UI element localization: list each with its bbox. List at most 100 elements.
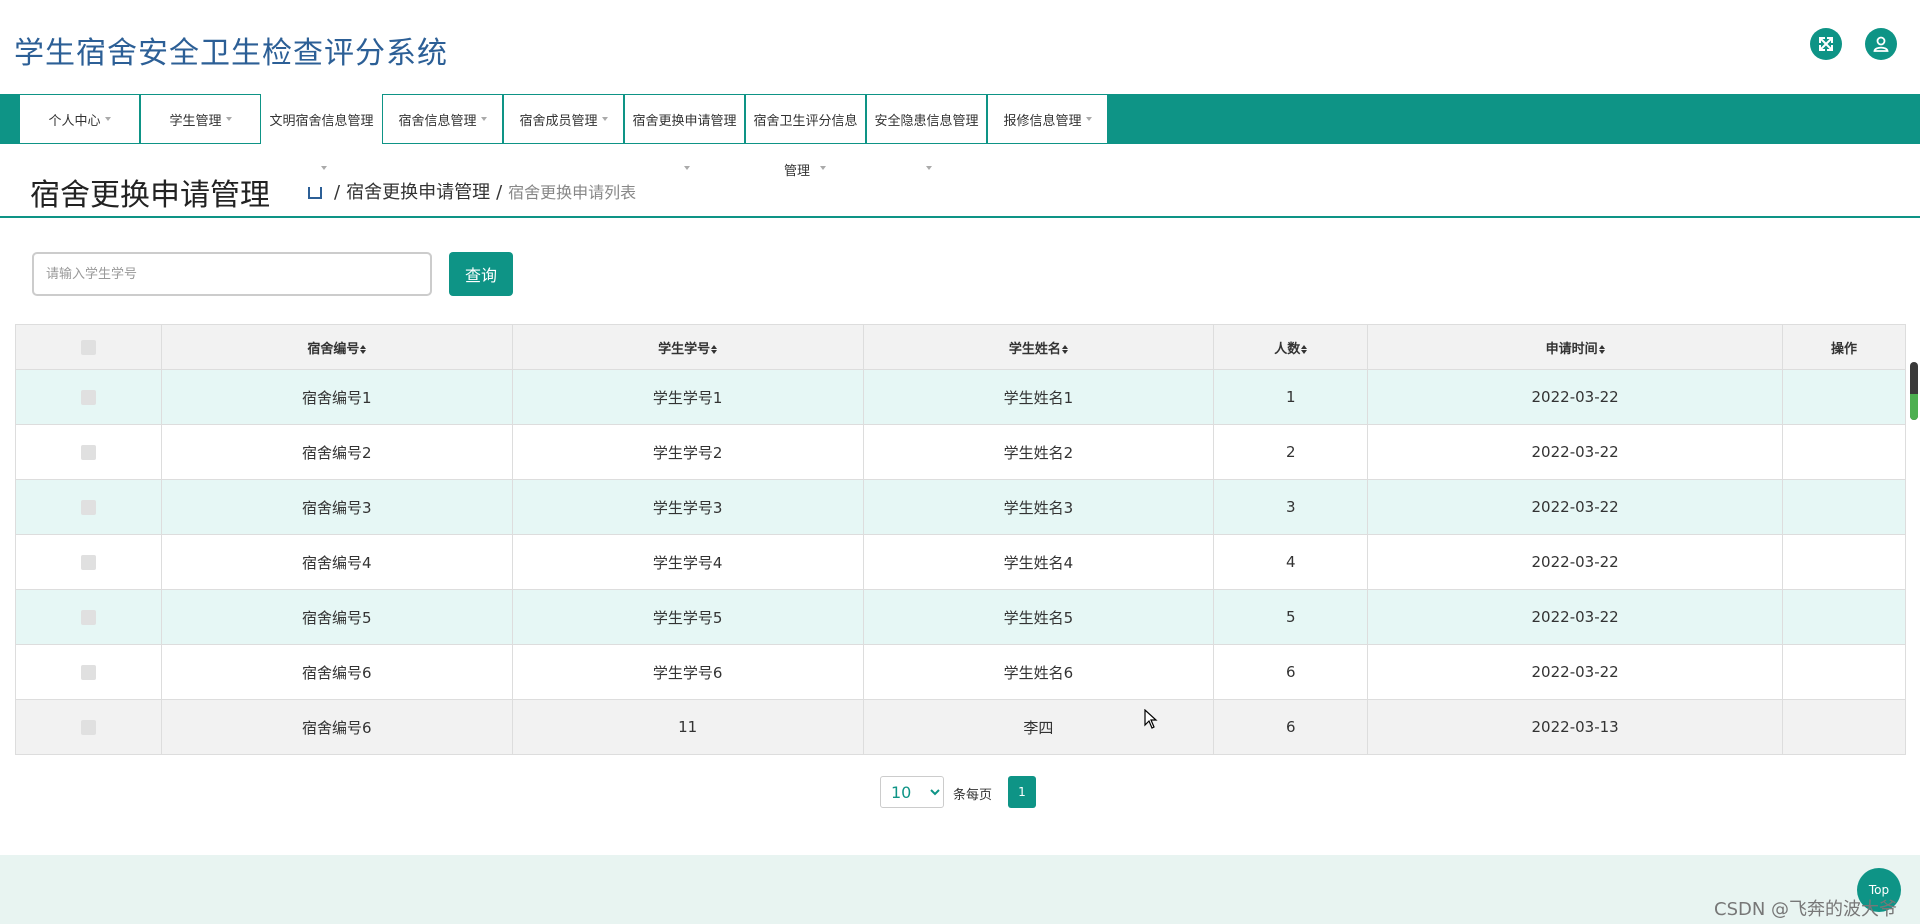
table-row[interactable]: 宿舍编号4 学生学号4 学生姓名4 4 2022-03-22 <box>15 534 1906 590</box>
column-header-dorm-no[interactable]: 宿舍编号 <box>160 324 513 370</box>
cell-student-name: 学生姓名2 <box>862 424 1215 480</box>
row-checkbox[interactable] <box>80 665 96 680</box>
nav-item-safety-hazard[interactable]: 安全隐患信息管理 <box>866 94 987 144</box>
per-page-label: 条每页 <box>953 788 993 803</box>
table-row[interactable]: 宿舍编号6 11 李四 6 2022-03-13 <box>15 699 1906 755</box>
column-header-student-id[interactable]: 学生学号 <box>511 324 864 370</box>
nav-item-label: 安全隐患信息管理 <box>874 113 979 129</box>
nav-item-repair[interactable]: 报修信息管理 <box>987 94 1108 144</box>
cell-count: 4 <box>1213 534 1369 590</box>
nav-item-label: 报修信息管理 <box>1003 113 1082 129</box>
nav-item-hygiene-score[interactable]: 宿舍卫生评分信息 <box>745 94 866 144</box>
search-button[interactable]: 查询 <box>449 252 513 296</box>
cell-count: 1 <box>1213 369 1369 425</box>
sort-icon <box>1061 344 1068 354</box>
sort-icon <box>1301 344 1308 354</box>
row-select-cell <box>15 589 162 645</box>
row-checkbox[interactable] <box>80 390 96 405</box>
cell-student-name: 学生姓名4 <box>862 534 1215 590</box>
table-row[interactable]: 宿舍编号2 学生学号2 学生姓名2 2 2022-03-22 <box>15 424 1906 480</box>
row-checkbox[interactable] <box>80 500 96 515</box>
cell-student-name: 学生姓名5 <box>862 589 1215 645</box>
chevron-down-icon <box>601 117 608 121</box>
table-row[interactable]: 宿舍编号1 学生学号1 学生姓名1 1 2022-03-22 <box>15 369 1906 425</box>
cell-student-id: 学生学号6 <box>511 644 864 700</box>
chevron-down-icon <box>225 117 232 121</box>
breadcrumb-separator: / <box>334 182 341 203</box>
row-select-cell <box>15 534 162 590</box>
cell-actions <box>1782 479 1906 535</box>
nav-item-dorm-info[interactable]: 宿舍信息管理 <box>382 94 503 144</box>
select-all-cell <box>15 324 162 370</box>
row-select-cell <box>15 479 162 535</box>
cell-student-id: 学生学号1 <box>511 369 864 425</box>
row-checkbox[interactable] <box>80 610 96 625</box>
cell-student-id: 学生学号4 <box>511 534 864 590</box>
table-row[interactable]: 宿舍编号6 学生学号6 学生姓名6 6 2022-03-22 <box>15 644 1906 700</box>
cell-count: 6 <box>1213 699 1369 755</box>
nav-item-personal-center[interactable]: 个人中心 <box>19 94 140 144</box>
cell-dorm-no: 宿舍编号5 <box>160 589 513 645</box>
nav-item-wrapped-text: 管理 <box>784 164 811 179</box>
cell-student-id: 学生学号3 <box>511 479 864 535</box>
footer <box>0 855 1920 924</box>
header: 学生宿舍安全卫生检查评分系统 <box>0 0 1920 94</box>
search-input[interactable] <box>32 252 432 296</box>
cell-student-id: 学生学号2 <box>511 424 864 480</box>
column-header-apply-time[interactable]: 申请时间 <box>1367 324 1783 370</box>
home-icon[interactable] <box>308 187 322 199</box>
table-row[interactable]: 宿舍编号3 学生学号3 学生姓名3 3 2022-03-22 <box>15 479 1906 535</box>
cell-actions <box>1782 534 1906 590</box>
user-icon <box>1873 36 1889 52</box>
mouse-cursor-icon <box>1144 709 1158 729</box>
select-all-checkbox[interactable] <box>80 339 96 355</box>
app-title: 学生宿舍安全卫生检查评分系统 <box>14 36 448 71</box>
row-select-cell <box>15 424 162 480</box>
fullscreen-icon <box>1819 37 1833 51</box>
column-header-count[interactable]: 人数 <box>1213 324 1369 370</box>
scrollbar[interactable] <box>1910 362 1918 420</box>
cell-dorm-no: 宿舍编号2 <box>160 424 513 480</box>
page-button-current[interactable]: 1 <box>1008 776 1036 808</box>
cell-apply-time: 2022-03-22 <box>1367 479 1783 535</box>
column-header-actions: 操作 <box>1782 324 1906 370</box>
table-row[interactable]: 宿舍编号5 学生学号5 学生姓名5 5 2022-03-22 <box>15 589 1906 645</box>
nav-item-civilized-dorm[interactable]: 文明宿舍信息管理 <box>261 94 382 144</box>
breadcrumb-separator: / <box>496 182 503 203</box>
nav-item-label: 个人中心 <box>48 113 101 129</box>
sort-icon <box>711 344 718 354</box>
nav-item-dorm-change[interactable]: 宿舍更换申请管理 <box>624 94 745 144</box>
page-size-select[interactable]: 10 <box>880 776 944 808</box>
chevron-down-icon <box>1085 117 1092 121</box>
cell-dorm-no: 宿舍编号6 <box>160 699 513 755</box>
nav-item-dorm-members[interactable]: 宿舍成员管理 <box>503 94 624 144</box>
row-checkbox[interactable] <box>80 555 96 570</box>
nav-item-student-management[interactable]: 学生管理 <box>140 94 261 144</box>
cell-dorm-no: 宿舍编号6 <box>160 644 513 700</box>
cell-dorm-no: 宿舍编号1 <box>160 369 513 425</box>
row-select-cell <box>15 369 162 425</box>
cell-dorm-no: 宿舍编号4 <box>160 534 513 590</box>
user-button[interactable] <box>1865 28 1897 60</box>
cell-actions <box>1782 644 1906 700</box>
nav-item-label: 宿舍更换申请管理 <box>632 113 737 129</box>
cell-apply-time: 2022-03-22 <box>1367 369 1783 425</box>
cell-student-id: 11 <box>511 699 864 755</box>
fullscreen-button[interactable] <box>1810 28 1842 60</box>
nav-item-label: 宿舍信息管理 <box>398 113 477 129</box>
cell-student-name: 学生姓名1 <box>862 369 1215 425</box>
row-checkbox[interactable] <box>80 720 96 735</box>
row-select-cell <box>15 699 162 755</box>
cell-count: 3 <box>1213 479 1369 535</box>
breadcrumb-parent[interactable]: 宿舍更换申请管理 <box>346 182 490 203</box>
row-checkbox[interactable] <box>80 445 96 460</box>
chevron-down-icon <box>820 166 826 170</box>
sort-icon <box>1598 344 1605 354</box>
breadcrumb-current: 宿舍更换申请列表 <box>508 183 637 202</box>
data-table: 宿舍编号 学生学号 学生姓名 人数 申请时间 操作 宿舍编号1 学生学号1 学生… <box>15 324 1906 755</box>
cell-apply-time: 2022-03-22 <box>1367 589 1783 645</box>
cell-apply-time: 2022-03-22 <box>1367 424 1783 480</box>
nav-item-label: 文明宿舍信息管理 <box>269 113 374 129</box>
column-header-student-name[interactable]: 学生姓名 <box>862 324 1215 370</box>
cell-actions <box>1782 369 1906 425</box>
